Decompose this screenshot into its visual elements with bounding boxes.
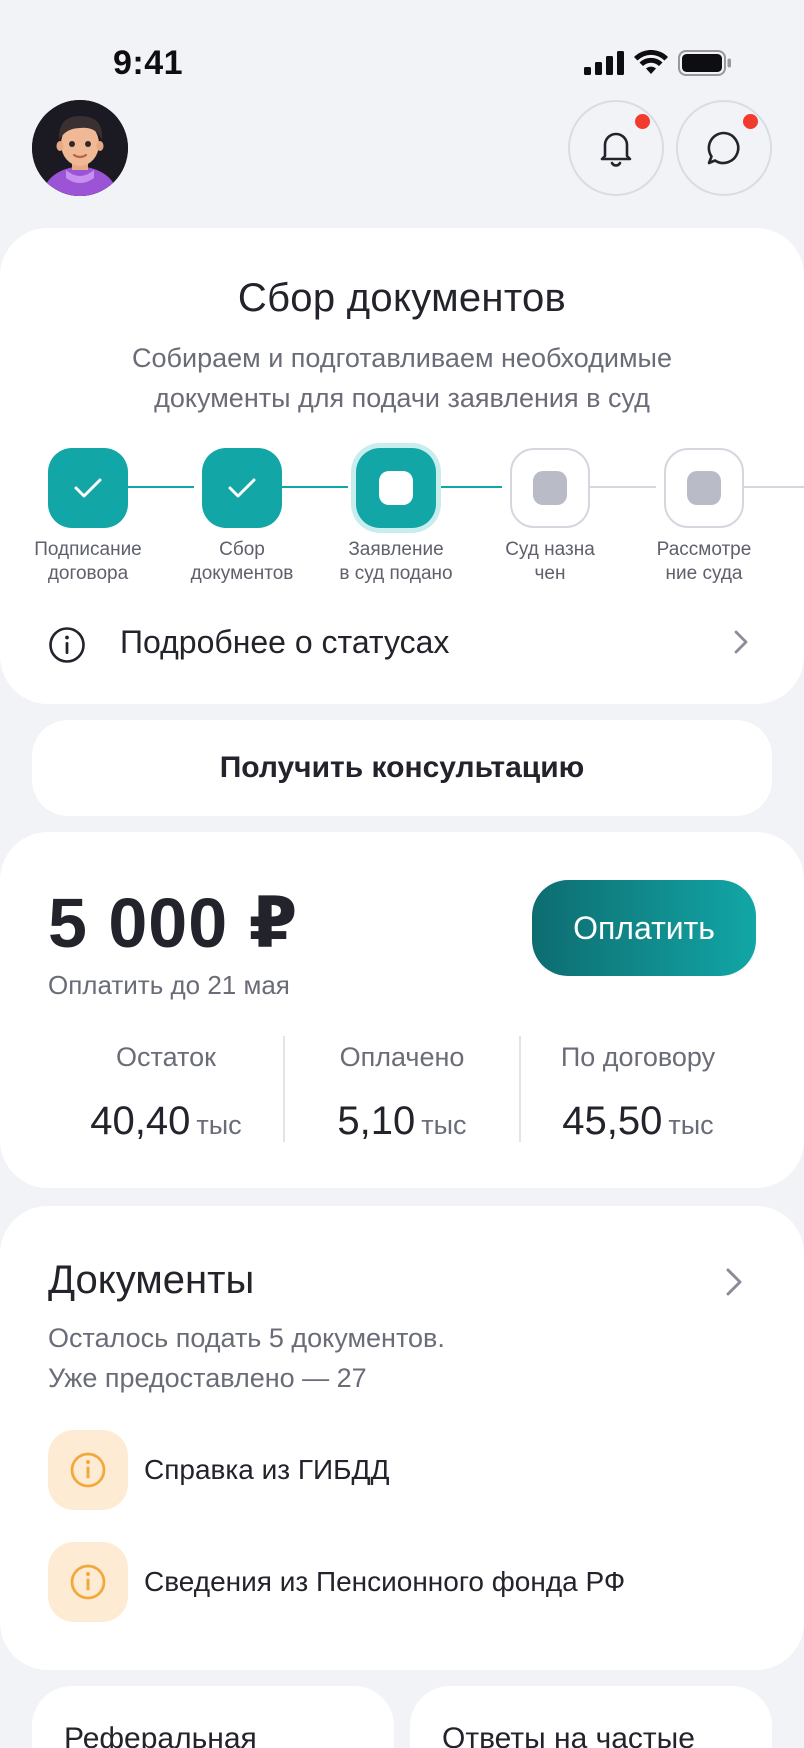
faq-tile-label: Ответы на частые [442, 1722, 695, 1748]
stat-label: Остаток [116, 1042, 216, 1072]
step-connector [590, 486, 656, 488]
info-warning-glyph [70, 1564, 106, 1600]
stat-value: 40,40 [90, 1099, 191, 1143]
stat-value-row: 5,10 тыс [284, 1099, 520, 1144]
step-court-review[interactable] [664, 448, 744, 528]
documents-remaining: Осталось подать 5 документов. [48, 1323, 445, 1353]
step-label: Рассмотре ние суда [629, 538, 779, 586]
step-court-scheduled[interactable] [510, 448, 590, 528]
step-label-line: чен [534, 563, 566, 584]
stat-value-row: 40,40 тыс [48, 1099, 284, 1144]
avatar[interactable] [32, 100, 128, 196]
chevron-right-icon[interactable] [724, 1266, 744, 1298]
status-subtitle-line2: документы для подачи заявления в суд [154, 383, 650, 413]
payment-amount: 5 000 ₽ [48, 884, 299, 962]
stat-paid: Оплачено 5,10 тыс [284, 1042, 520, 1144]
case-status-card: Сбор документов Собираем и подготавливае… [0, 228, 804, 704]
avatar-illustration [32, 100, 128, 196]
status-subtitle-line1: Собираем и подготавливаем необходимые [132, 343, 672, 373]
faq-tile[interactable]: Ответы на частые [410, 1686, 772, 1748]
documents-provided: Уже предоставлено — 27 [48, 1363, 367, 1393]
chevron-right-icon [734, 630, 748, 654]
stat-remaining: Остаток 40,40 тыс [48, 1042, 284, 1144]
step-label: Заявление в суд подано [321, 538, 471, 586]
step-collecting-documents[interactable] [202, 448, 282, 528]
step-label-line: Заявление [348, 539, 444, 560]
battery-icon [678, 50, 731, 76]
documents-summary: Осталось подать 5 документов. Уже предос… [48, 1318, 445, 1398]
get-consultation-button[interactable]: Получить консультацию [32, 720, 772, 816]
status-time: 9:41 [113, 44, 184, 82]
step-label-line: в суд подано [339, 563, 453, 584]
stat-label: Оплачено [339, 1042, 465, 1072]
step-label-line: документов [190, 563, 294, 584]
document-item[interactable]: Справка из ГИБДД [48, 1430, 748, 1510]
status-subtitle: Собираем и подготавливаем необходимые до… [0, 338, 804, 418]
chat-button[interactable] [676, 100, 772, 196]
pending-step-marker [687, 471, 721, 505]
app-screen: 9:41 Сбор документов Собираем и подготав… [0, 0, 804, 1748]
step-label-line: Рассмотре [656, 539, 752, 560]
notification-badge [635, 114, 650, 129]
pay-button[interactable]: Оплатить [532, 880, 756, 976]
stat-unit: тыс [196, 1110, 242, 1140]
info-warning-icon [48, 1542, 128, 1622]
stat-value: 5,10 [337, 1099, 416, 1143]
referral-tile-label: Реферальная [64, 1722, 257, 1748]
notifications-button[interactable] [568, 100, 664, 196]
pending-step-marker [533, 471, 567, 505]
check-icon [74, 478, 102, 498]
payment-due-date: Оплатить до 21 мая [48, 970, 290, 1000]
stat-label: По договору [560, 1042, 716, 1072]
status-title: Сбор документов [237, 276, 567, 320]
document-item-label: Справка из ГИБДД [144, 1454, 390, 1485]
stat-value: 45,50 [562, 1099, 663, 1143]
bell-icon [600, 132, 632, 167]
step-connector [128, 486, 194, 488]
step-label-line: ние суда [665, 563, 743, 584]
step-label: Сбор документов [167, 538, 317, 586]
step-connector [436, 486, 502, 488]
payment-card: 5 000 ₽ Оплатить до 21 мая Оплатить Оста… [0, 832, 804, 1188]
status-icons [584, 50, 732, 76]
step-signing-contract[interactable] [48, 448, 128, 528]
chat-bubble-icon [707, 131, 740, 165]
document-item-label: Сведения из Пенсионного фонда РФ [144, 1566, 626, 1597]
step-label-line: Сбор [219, 539, 265, 560]
stat-unit: тыс [668, 1110, 714, 1140]
step-label: Подписание договора [13, 538, 163, 586]
step-application-filed[interactable] [356, 448, 436, 528]
cellular-signal-icon [584, 51, 624, 75]
step-label-line: Суд назна [505, 539, 595, 560]
chat-badge [743, 114, 758, 129]
referral-tile[interactable]: Реферальная [32, 1686, 394, 1748]
info-warning-glyph [70, 1452, 106, 1488]
step-label: Суд назна чен [475, 538, 625, 586]
wifi-icon [634, 50, 668, 74]
current-step-marker [379, 471, 413, 505]
check-icon [228, 478, 256, 498]
documents-card[interactable]: Документы Осталось подать 5 документов. … [0, 1206, 804, 1670]
step-label-line: Подписание [34, 539, 142, 560]
step-label-line: договора [47, 563, 129, 584]
documents-title: Документы [48, 1258, 255, 1302]
step-connector [744, 486, 804, 488]
info-warning-icon [48, 1430, 128, 1510]
info-circle-icon [49, 627, 85, 663]
statuses-info-link[interactable]: Подробнее о статусах [0, 608, 804, 678]
document-item[interactable]: Сведения из Пенсионного фонда РФ [48, 1542, 748, 1622]
step-connector [282, 486, 348, 488]
statuses-info-label: Подробнее о статусах [120, 624, 450, 660]
stat-unit: тыс [421, 1110, 467, 1140]
stat-contract-total: По договору 45,50 тыс [520, 1042, 756, 1144]
stat-value-row: 45,50 тыс [520, 1099, 756, 1144]
